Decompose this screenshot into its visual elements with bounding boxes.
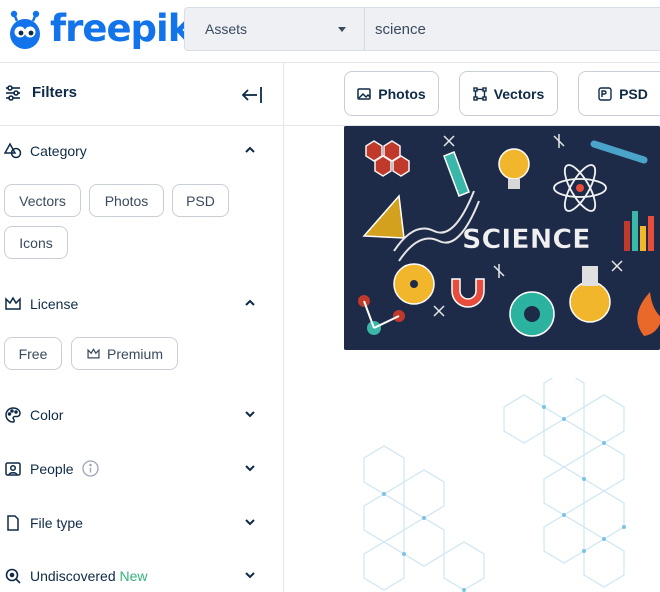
hexagon-pattern-thumbnail[interactable] [344, 378, 634, 592]
category-chip-icons[interactable]: Icons [4, 226, 68, 259]
chevron-down-icon[interactable] [243, 515, 257, 529]
image-icon [357, 87, 372, 100]
file-icon [7, 515, 19, 531]
category-title[interactable]: Category [30, 143, 87, 159]
category-chip-photos[interactable]: Photos [89, 184, 164, 217]
science-doodles-image: SCIENCE [344, 126, 660, 350]
new-badge: New [119, 568, 148, 584]
top-header: freepik Assets [0, 0, 660, 62]
person-portrait-icon [5, 462, 21, 476]
category-chip-psd[interactable]: PSD [172, 184, 229, 217]
psd-button[interactable]: PSD [578, 71, 660, 116]
undiscovered-label: Undiscovered [30, 568, 116, 584]
science-illustration-thumbnail[interactable]: SCIENCE [344, 126, 660, 350]
search-input[interactable] [365, 8, 645, 50]
sliders-icon [6, 85, 20, 101]
filters-header: Filters [0, 63, 284, 126]
vector-nodes-icon [473, 86, 487, 101]
vectors-button[interactable]: Vectors [459, 71, 558, 116]
chevron-down-icon[interactable] [243, 461, 257, 475]
collapse-sidebar-icon[interactable] [240, 83, 264, 107]
psd-file-icon [598, 86, 612, 101]
crown-icon [87, 347, 100, 359]
crown-icon [5, 296, 21, 310]
filters-sidebar: Filters Category Vectors Photos PSD Icon… [0, 62, 284, 592]
photos-button[interactable]: Photos [344, 71, 439, 116]
file-type-title[interactable]: File type [30, 515, 83, 531]
results-area: Photos Vectors PSD SCIENCE [284, 62, 660, 592]
chevron-up-icon[interactable] [243, 296, 257, 310]
chevron-up-icon[interactable] [243, 143, 257, 157]
asset-type-label: Assets [205, 21, 248, 37]
vectors-button-label: Vectors [493, 85, 545, 102]
palette-icon [5, 407, 21, 423]
color-title[interactable]: Color [30, 407, 63, 423]
caret-down-icon [338, 26, 346, 32]
chevron-down-icon[interactable] [243, 568, 257, 582]
search-bar: Assets [184, 7, 660, 51]
license-chip-free[interactable]: Free [4, 337, 62, 370]
license-chip-premium[interactable]: Premium [71, 337, 178, 370]
category-chip-vectors[interactable]: Vectors [4, 184, 81, 217]
people-title[interactable]: People [30, 461, 74, 477]
logo-text: freepik [50, 6, 192, 50]
freepik-logo[interactable]: freepik [4, 6, 192, 54]
undiscovered-title[interactable]: Undiscovered New [30, 568, 148, 584]
license-title[interactable]: License [30, 296, 78, 312]
filters-title: Filters [32, 84, 78, 101]
asset-type-bar: Photos Vectors PSD [284, 63, 660, 126]
psd-button-label: PSD [619, 85, 648, 102]
shapes-icon [4, 142, 22, 159]
freepik-mascot-icon [10, 10, 40, 49]
photos-button-label: Photos [378, 85, 426, 102]
chevron-down-icon[interactable] [243, 407, 257, 421]
asset-type-select[interactable]: Assets [185, 8, 365, 50]
info-icon[interactable] [82, 460, 99, 477]
science-chalk-text: SCIENCE [462, 224, 591, 255]
search-discover-icon [5, 568, 21, 584]
premium-label: Premium [106, 345, 163, 362]
hexagon-pattern-image [344, 378, 634, 592]
